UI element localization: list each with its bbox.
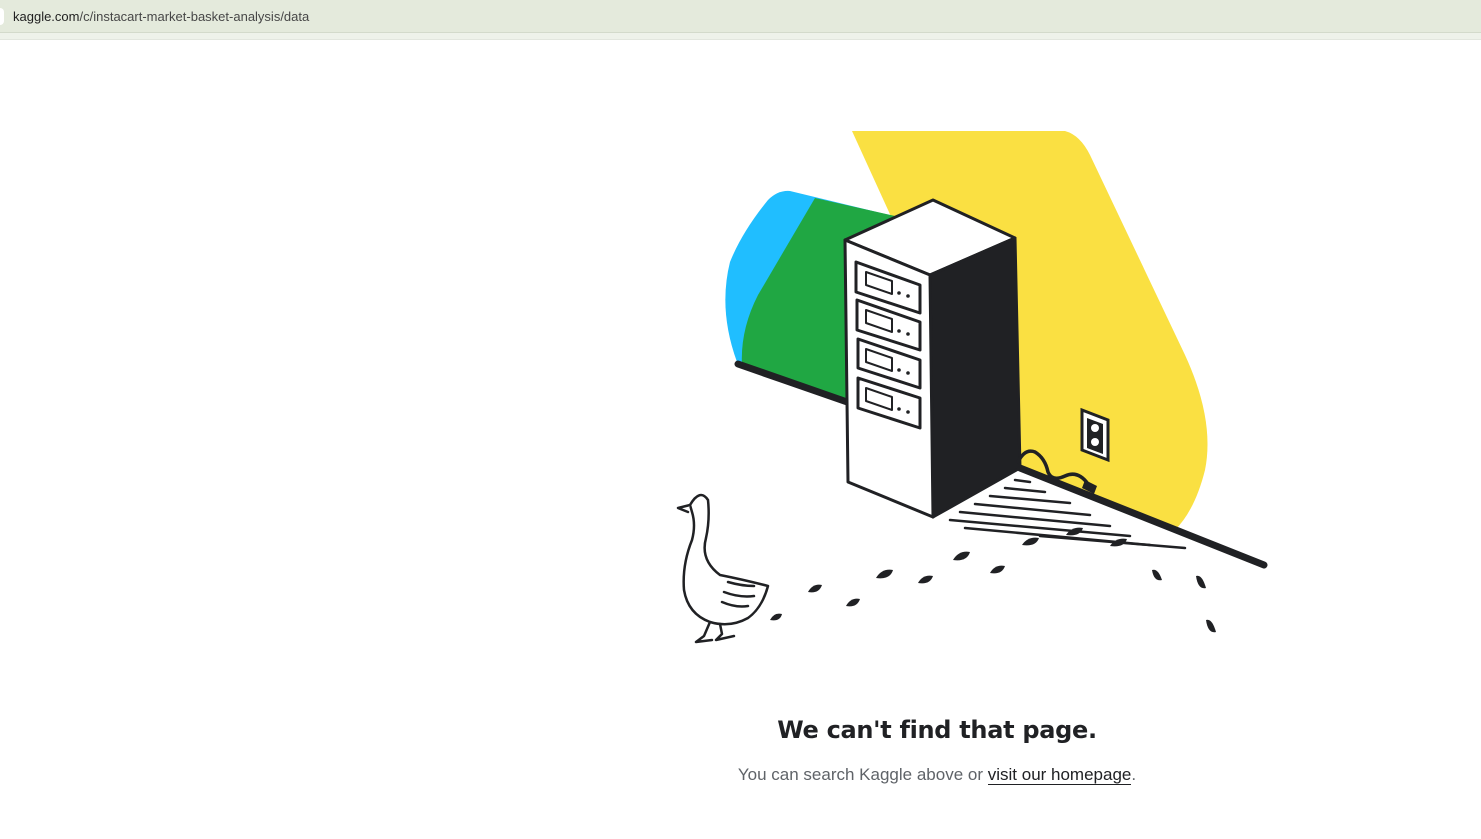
goose <box>676 493 770 644</box>
error-message-text: You can search Kaggle above or <box>737 765 988 784</box>
error-message-end: . <box>1131 765 1137 784</box>
error-message: You can search Kaggle above or visit our… <box>0 765 1481 785</box>
wall-outlet <box>1080 407 1110 463</box>
footprints <box>770 527 1216 633</box>
not-found-illustration <box>676 131 1268 644</box>
server-cabinet <box>843 198 1022 519</box>
url-host: kaggle.com <box>13 9 80 24</box>
toolbar-divider <box>0 33 1481 40</box>
browser-address-bar[interactable]: kaggle.com/c/instacart-market-basket-ana… <box>0 0 1481 33</box>
address-bar-edge <box>0 8 4 25</box>
homepage-link[interactable]: visit our homepage <box>987 765 1132 785</box>
url-text[interactable]: kaggle.com/c/instacart-market-basket-ana… <box>13 8 309 25</box>
url-path: /c/instacart-market-basket-analysis/data <box>79 9 310 24</box>
error-heading: We can't find that page. <box>777 716 1097 744</box>
